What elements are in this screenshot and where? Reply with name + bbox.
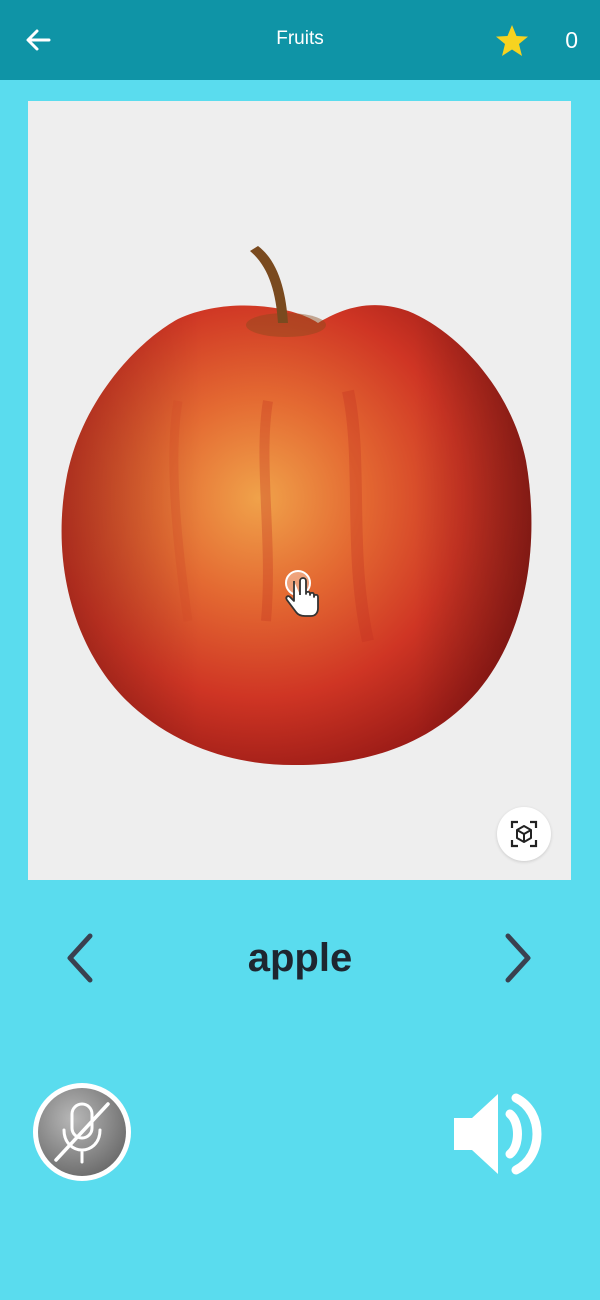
word-label: apple <box>247 936 353 980</box>
app-bar: Fruits 0 <box>0 0 600 80</box>
ar-cube-icon <box>510 820 538 848</box>
speaker-icon <box>454 1093 542 1175</box>
apple-image <box>61 246 532 766</box>
star-count: 0 <box>565 27 578 53</box>
chevron-left-icon <box>67 933 93 983</box>
hand-pointer-icon <box>280 567 324 619</box>
chevron-right-icon <box>505 933 531 983</box>
model-viewer[interactable] <box>28 101 571 880</box>
next-button[interactable] <box>498 930 538 986</box>
star-icon <box>494 24 530 58</box>
ar-view-button[interactable] <box>497 807 551 861</box>
previous-button[interactable] <box>60 930 100 986</box>
microphone-button[interactable] <box>30 1080 134 1184</box>
microphone-off-icon <box>33 1083 131 1181</box>
speaker-button[interactable] <box>448 1084 552 1184</box>
